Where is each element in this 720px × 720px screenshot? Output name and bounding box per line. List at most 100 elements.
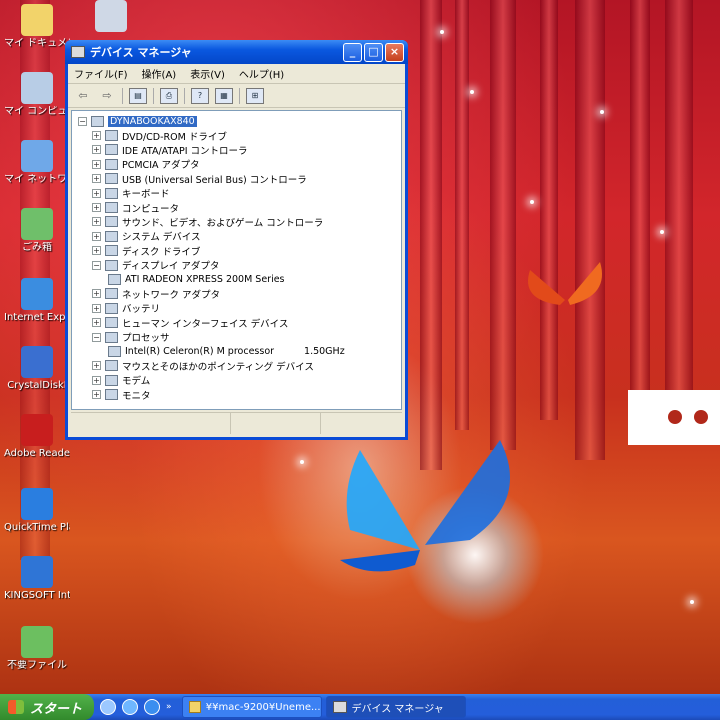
close-button[interactable]: × (385, 42, 404, 62)
browser-quicklaunch-icon[interactable] (144, 699, 160, 715)
desktop-icon-0[interactable]: マイ ドキュメント (4, 4, 70, 50)
maximize-button[interactable]: □ (364, 42, 383, 62)
expand-icon[interactable]: + (92, 246, 101, 256)
tree-item-label: ディスク ドライブ (122, 246, 201, 258)
device-category-icon (105, 187, 118, 199)
menu-file[interactable]: ファイル(F) (74, 66, 128, 81)
refresh-quicklaunch-icon[interactable] (122, 699, 138, 715)
device-tree: − DYNABOOKAX840 + DVD/CD-ROM ドライブ + IDE ATA… (71, 110, 402, 410)
tree-item[interactable]: + キーボード (78, 186, 401, 200)
desktop-icon-9[interactable]: 不要ファイル (4, 626, 70, 672)
device-category-icon (108, 273, 121, 285)
tree-item[interactable]: − ディスプレイ アダプタ (78, 258, 401, 272)
tree-item-label: モニタ (122, 390, 151, 402)
blue-butterfly-image (340, 440, 510, 572)
properties-icon[interactable]: ▦ (215, 87, 233, 104)
desktop-icon-label: マイ コンピュータ (4, 106, 70, 117)
menu-help[interactable]: ヘルプ(H) (239, 66, 284, 81)
tree-item[interactable]: + ディスク ドライブ (78, 244, 401, 258)
desktop-icon-7[interactable]: QuickTime Player (4, 488, 70, 534)
desktop-icon-4[interactable]: Internet Explorer (4, 278, 70, 324)
desktop-icon-2[interactable]: マイ ネットワーク (4, 140, 70, 186)
tree-item[interactable]: + コンピュータ (78, 200, 401, 215)
properties-help-icon[interactable]: ? (191, 87, 209, 104)
expand-icon[interactable]: + (92, 131, 101, 141)
desktop-icon-6[interactable]: Adobe Reader 7.0 (4, 414, 70, 460)
expand-icon[interactable]: + (92, 375, 101, 385)
task-device-manager[interactable]: デバイス マネージャ (325, 696, 466, 718)
menu-view[interactable]: 表示(V) (190, 66, 225, 81)
forward-arrow-icon[interactable]: ⇨ (98, 88, 116, 104)
desktop-icon-5[interactable]: CrystalDiskI (4, 346, 70, 392)
collapse-icon[interactable]: − (92, 260, 101, 270)
collapse-icon[interactable]: − (78, 116, 87, 126)
device-category-icon (105, 302, 118, 314)
title-bar[interactable]: デバイス マネージャ _ □ × (65, 40, 408, 64)
quicklaunch-expand[interactable]: » (166, 702, 172, 712)
tree-item[interactable]: + マウスとそのほかのポインティング デバイス (78, 359, 401, 373)
expand-icon[interactable]: + (92, 390, 101, 400)
device-category-icon (105, 259, 118, 271)
internet-explorer-icon (21, 278, 53, 310)
window-title: デバイス マネージャ (90, 46, 192, 59)
expand-icon[interactable]: + (92, 159, 101, 169)
device-manager-icon (332, 701, 347, 713)
tree-item[interactable]: + USB (Universal Serial Bus) コントローラ (78, 172, 401, 186)
tree-root[interactable]: − DYNABOOKAX840 (78, 114, 401, 128)
task-folder-label: ¥¥mac-9200¥Uneme... (205, 701, 321, 713)
expand-icon[interactable]: + (92, 174, 101, 184)
tree-item-label: USB (Universal Serial Bus) コントローラ (122, 174, 307, 186)
expand-icon[interactable]: + (92, 361, 101, 371)
computer-icon (95, 0, 127, 32)
device-category-icon (105, 389, 118, 401)
menu-action[interactable]: 操作(A) (142, 66, 177, 81)
desktop-icon-3[interactable]: ごみ箱 (4, 208, 70, 254)
tree-item[interactable]: + DVD/CD-ROM ドライブ (78, 128, 401, 143)
tree-item[interactable]: + モニタ (78, 387, 401, 402)
recycle-bin-icon (21, 208, 53, 240)
kingsoft-icon (21, 556, 53, 588)
desktop-icon-computer[interactable] (78, 0, 144, 34)
tree-item[interactable]: + ヒューマン インターフェイス デバイス (78, 315, 401, 330)
tree-item-label: PCMCIA アダプタ (122, 160, 200, 172)
start-button[interactable]: スタート (0, 694, 94, 720)
minimize-button[interactable]: _ (343, 42, 362, 62)
desktop-icon-label: マイ ドキュメント (4, 38, 70, 49)
collapse-icon[interactable]: − (92, 332, 101, 342)
desktop-icon-8[interactable]: KINGSOFT Internet Sec... (4, 556, 70, 602)
tree-item[interactable]: + システム デバイス (78, 229, 401, 243)
ie-quicklaunch-icon[interactable] (100, 699, 116, 715)
device-category-icon (105, 130, 118, 142)
network-icon (21, 140, 53, 172)
expand-icon[interactable]: + (92, 289, 101, 299)
tree-item[interactable]: + ネットワーク アダプタ (78, 287, 401, 301)
desktop-icon-label: KINGSOFT Internet Sec... (4, 590, 70, 601)
desktop-icon-label: ごみ箱 (22, 242, 52, 253)
tree-item[interactable]: ATI RADEON XPRESS 200M Series (78, 272, 401, 286)
device-category-icon (105, 202, 118, 214)
root-label: DYNABOOKAX840 (108, 115, 197, 127)
device-category-icon (105, 158, 118, 170)
task-folder[interactable]: ¥¥mac-9200¥Uneme... (181, 696, 322, 718)
tree-item-label: ディスプレイ アダプタ (122, 261, 220, 273)
expand-icon[interactable]: + (92, 145, 101, 155)
console-tree-icon[interactable]: ▤ (129, 87, 147, 104)
tree-item[interactable]: + PCMCIA アダプタ (78, 157, 401, 171)
tree-item[interactable]: + IDE ATA/ATAPI コントローラ (78, 143, 401, 157)
expand-icon[interactable]: + (92, 203, 101, 213)
windows-logo-icon (8, 700, 24, 714)
expand-icon[interactable]: + (92, 188, 101, 198)
desktop-icon-1[interactable]: マイ コンピュータ (4, 72, 70, 118)
tree-item[interactable]: Intel(R) Celeron(R) M processor 1.50GHz (78, 344, 401, 358)
expand-icon[interactable]: + (92, 231, 101, 241)
tree-item[interactable]: + バッテリ (78, 301, 401, 315)
tree-item[interactable]: − プロセッサ (78, 330, 401, 344)
expand-icon[interactable]: + (92, 318, 101, 328)
back-arrow-icon[interactable]: ⇦ (74, 88, 92, 104)
tree-item[interactable]: + サウンド、ビデオ、およびゲーム コントローラ (78, 215, 401, 229)
expand-icon[interactable]: + (92, 303, 101, 313)
print-icon[interactable]: ⎙ (160, 87, 178, 104)
scan-hardware-icon[interactable]: ⊞ (246, 87, 264, 104)
tree-item[interactable]: + モデム (78, 373, 401, 387)
expand-icon[interactable]: + (92, 217, 101, 227)
